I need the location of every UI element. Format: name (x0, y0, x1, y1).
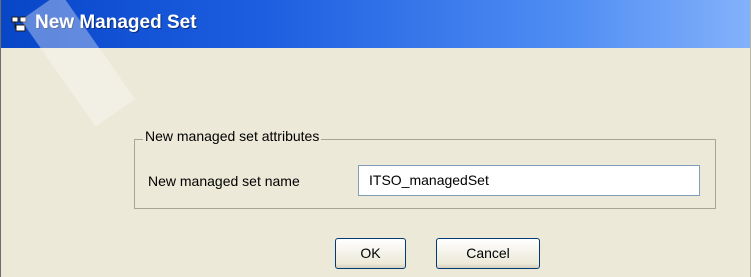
cancel-button[interactable]: Cancel (436, 238, 540, 269)
new-managed-set-dialog: New Managed Set New managed set attribut… (0, 0, 751, 277)
attributes-group-legend: New managed set attributes (143, 128, 322, 144)
managed-set-name-input[interactable]: ITSO_managedSet (358, 165, 700, 196)
ok-button[interactable]: OK (335, 238, 406, 269)
managed-set-name-label: New managed set name (148, 173, 300, 189)
title-bar[interactable]: New Managed Set (1, 0, 750, 48)
